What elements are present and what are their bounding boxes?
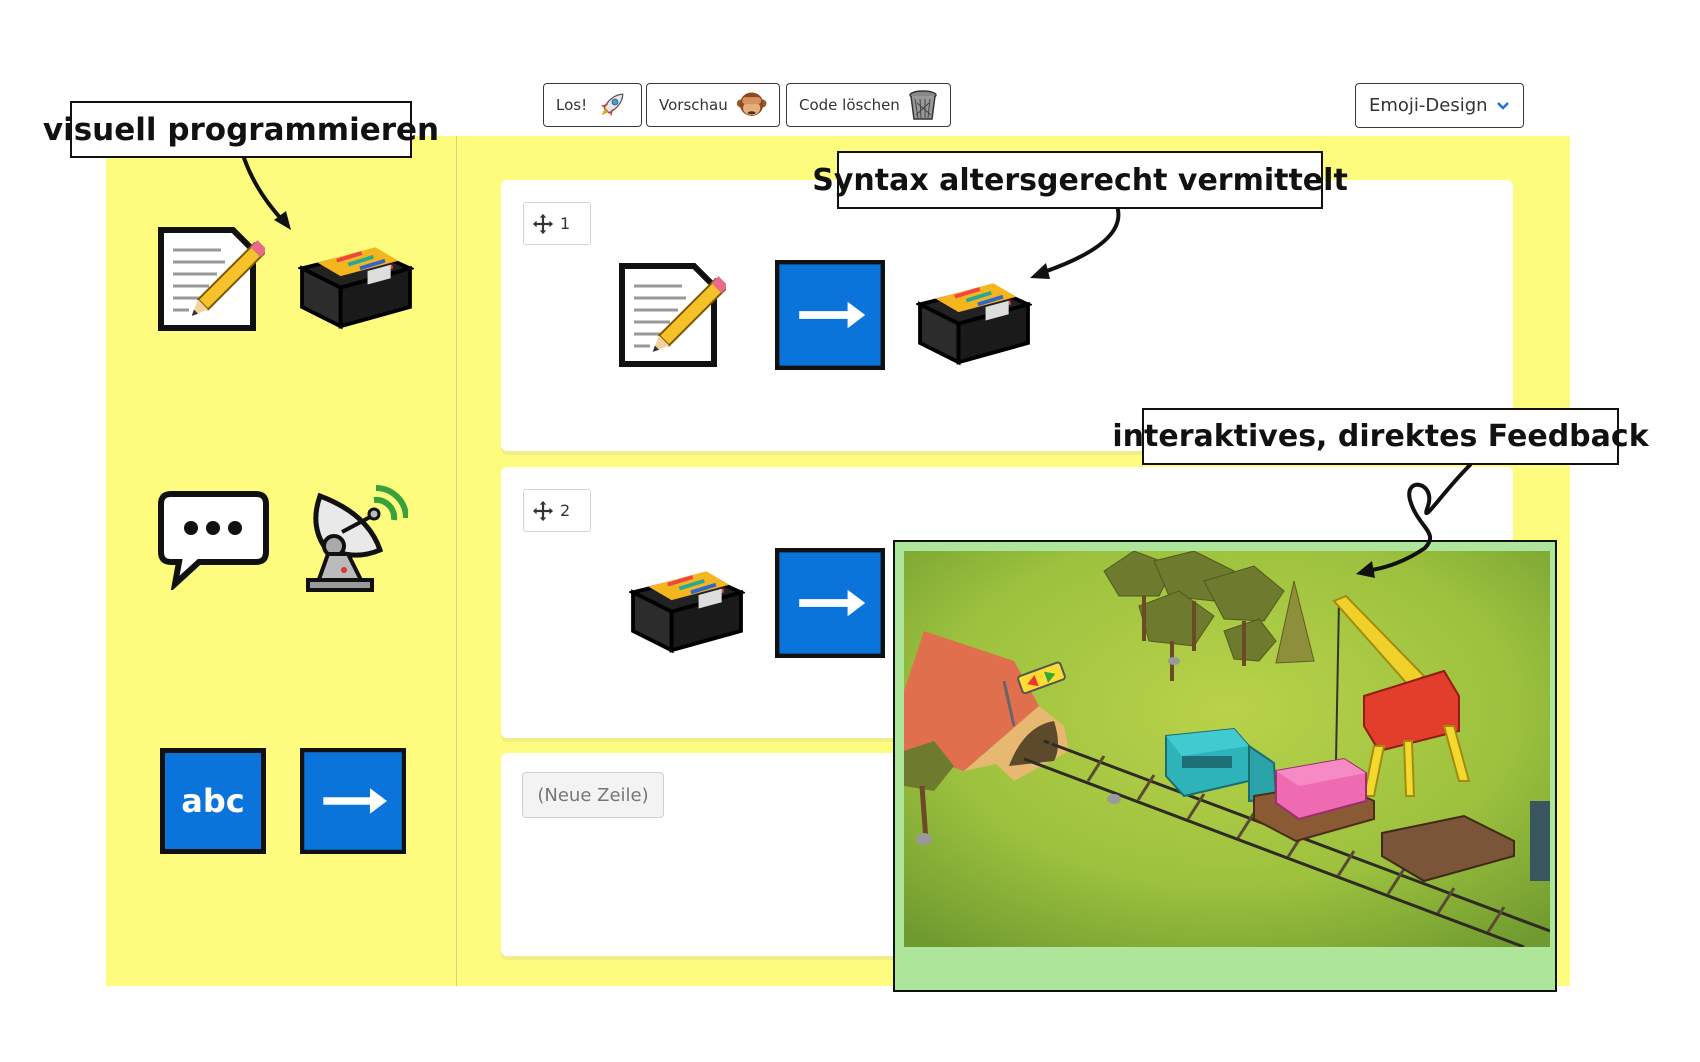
annotation-arrows	[242, 156, 1472, 578]
